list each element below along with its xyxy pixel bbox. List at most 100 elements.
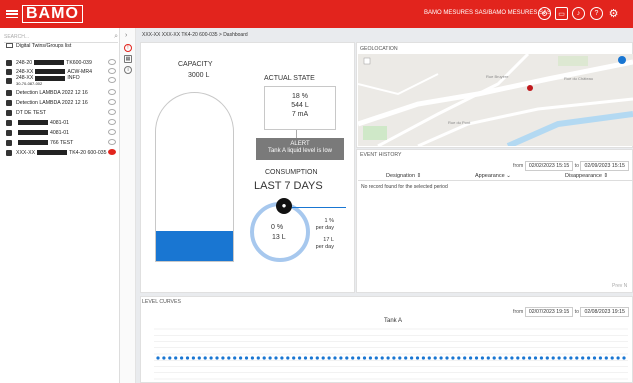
data-point[interactable]: [209, 356, 213, 360]
data-point[interactable]: [250, 356, 254, 360]
data-point[interactable]: [156, 356, 160, 360]
chat-icon[interactable]: ▭: [555, 7, 568, 20]
data-point[interactable]: [268, 356, 272, 360]
eye-icon[interactable]: [108, 68, 116, 74]
data-point[interactable]: [581, 356, 585, 360]
data-point[interactable]: [298, 356, 302, 360]
data-point[interactable]: [439, 356, 443, 360]
data-point[interactable]: [327, 356, 331, 360]
eye-icon[interactable]: [108, 59, 116, 65]
pager[interactable]: Prev N: [612, 283, 627, 289]
data-point[interactable]: [415, 356, 420, 360]
eye-icon[interactable]: [108, 99, 116, 105]
tree-item[interactable]: Detection LAMBDA 2022 12 16: [6, 88, 118, 97]
col-disappearance[interactable]: Disappearance ⇕: [565, 173, 608, 179]
data-point[interactable]: [386, 356, 390, 360]
data-point[interactable]: [575, 356, 579, 360]
data-point[interactable]: [180, 356, 184, 360]
data-point[interactable]: [551, 356, 555, 360]
eye-icon[interactable]: [108, 109, 116, 115]
data-point[interactable]: [292, 356, 296, 360]
data-point[interactable]: [410, 356, 414, 360]
data-point[interactable]: [492, 356, 496, 360]
data-point[interactable]: [480, 356, 484, 360]
data-point[interactable]: [162, 356, 166, 360]
zoom-icon[interactable]: [363, 57, 371, 65]
app-logo[interactable]: BAMO: [22, 5, 83, 23]
data-point[interactable]: [598, 356, 602, 360]
data-point[interactable]: [227, 356, 231, 360]
data-point[interactable]: [469, 356, 473, 360]
tree-item[interactable]: 4081-01: [6, 118, 118, 127]
settings-circle-icon[interactable]: ⚙: [538, 7, 551, 20]
tree-item[interactable]: DT DE TEST: [6, 108, 118, 117]
data-point[interactable]: [604, 356, 608, 360]
hamburger-menu-icon[interactable]: [6, 8, 18, 20]
gears-icon[interactable]: ⚙: [607, 7, 620, 20]
data-point[interactable]: [463, 356, 467, 360]
data-point[interactable]: [504, 356, 508, 360]
data-point[interactable]: [239, 356, 243, 360]
data-point[interactable]: [309, 356, 313, 360]
data-point[interactable]: [563, 356, 567, 360]
col-appearance[interactable]: Appearance ⌄: [475, 173, 511, 179]
data-point[interactable]: [592, 356, 597, 360]
eye-icon[interactable]: [108, 129, 116, 135]
organization-name[interactable]: BAMO MESURES SAS/BAMO MESURES SAS: [424, 10, 551, 16]
data-point[interactable]: [280, 356, 284, 360]
data-point[interactable]: [421, 356, 425, 360]
data-point[interactable]: [451, 356, 455, 360]
help-icon[interactable]: ?: [590, 7, 603, 20]
bell-icon[interactable]: ♪: [572, 7, 585, 20]
data-point[interactable]: [168, 356, 172, 360]
data-point[interactable]: [392, 356, 396, 360]
data-point[interactable]: [498, 356, 502, 360]
data-point[interactable]: [368, 356, 372, 360]
event-to-date[interactable]: 02/09/2023 15:15: [580, 161, 629, 171]
eye-icon[interactable]: [108, 77, 116, 83]
data-point[interactable]: [244, 356, 249, 360]
tree-item[interactable]: 248-20 TK600-039: [6, 58, 118, 67]
data-point[interactable]: [362, 356, 367, 360]
col-designation[interactable]: Designation ⇕: [386, 173, 421, 179]
data-point[interactable]: [321, 356, 325, 360]
data-point[interactable]: [457, 356, 461, 360]
data-point[interactable]: [197, 356, 201, 360]
data-point[interactable]: [445, 356, 449, 360]
data-point[interactable]: [516, 356, 520, 360]
data-point[interactable]: [380, 356, 384, 360]
eye-icon[interactable]: [108, 149, 116, 155]
eye-icon[interactable]: [108, 119, 116, 125]
data-point[interactable]: [303, 356, 308, 360]
data-point[interactable]: [256, 356, 260, 360]
data-point[interactable]: [587, 356, 591, 360]
data-point[interactable]: [616, 356, 620, 360]
data-point[interactable]: [191, 356, 195, 360]
event-from-date[interactable]: 02/02/2023 15:15: [524, 161, 574, 171]
curves-to-date[interactable]: 02/08/2023 19:15: [580, 307, 629, 317]
data-point[interactable]: [510, 356, 514, 360]
data-point[interactable]: [610, 356, 614, 360]
tree-root[interactable]: Digital Twins/Groups list: [6, 41, 118, 50]
data-point[interactable]: [357, 356, 361, 360]
tree-item[interactable]: 248-XX INFO 30-70-087-002: [6, 75, 118, 86]
data-point[interactable]: [486, 356, 490, 360]
chevron-right-icon[interactable]: ›: [125, 32, 127, 39]
data-point[interactable]: [333, 356, 337, 360]
eye-icon[interactable]: [108, 89, 116, 95]
data-point[interactable]: [433, 356, 437, 360]
data-point[interactable]: [233, 356, 237, 360]
data-point[interactable]: [374, 356, 378, 360]
data-point[interactable]: [522, 356, 526, 360]
tree-item[interactable]: XXX-XX TK4-20 600-035: [6, 148, 118, 157]
data-point[interactable]: [174, 356, 178, 360]
data-point[interactable]: [262, 356, 266, 360]
map-user-icon[interactable]: [618, 56, 626, 64]
data-point[interactable]: [203, 356, 207, 360]
eye-icon[interactable]: [108, 139, 116, 145]
info-icon[interactable]: i: [124, 66, 132, 74]
data-point[interactable]: [533, 356, 538, 360]
data-point[interactable]: [274, 356, 278, 360]
data-point[interactable]: [351, 356, 355, 360]
data-point[interactable]: [557, 356, 561, 360]
